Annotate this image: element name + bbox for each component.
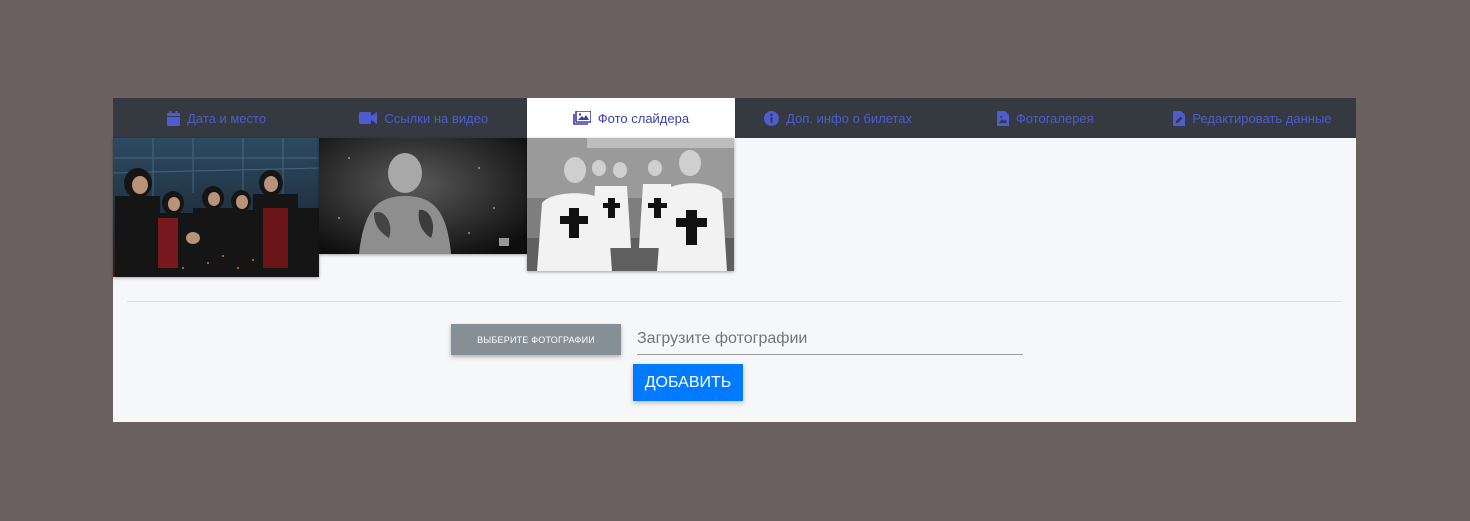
tab-edit-data[interactable]: Редактировать данные xyxy=(1149,98,1356,138)
images-icon xyxy=(572,111,591,125)
info-circle-icon xyxy=(764,110,780,126)
slider-photos-panel: Дата и место Ссылки на видео Фото слайде… xyxy=(113,98,1356,422)
add-button[interactable]: ДОБАВИТЬ xyxy=(633,364,743,401)
tab-slider-photos[interactable]: Фото слайдера xyxy=(527,98,735,138)
tab-label: Ссылки на видео xyxy=(384,110,489,126)
tab-bar: Дата и место Ссылки на видео Фото слайде… xyxy=(113,98,1356,138)
slider-photo-3[interactable] xyxy=(527,138,734,271)
divider xyxy=(127,301,1341,302)
tab-photo-gallery[interactable]: Фотогалерея xyxy=(942,98,1149,138)
calendar-icon xyxy=(167,110,181,126)
slider-photo-2[interactable] xyxy=(319,138,527,254)
tab-label: Фото слайдера xyxy=(597,110,690,126)
tab-label: Редактировать данные xyxy=(1192,110,1332,126)
tab-video-links[interactable]: Ссылки на видео xyxy=(320,98,527,138)
edit-file-icon xyxy=(1173,110,1186,126)
choose-photos-button[interactable]: ВЫБЕРИТЕ ФОТОГРАФИИ xyxy=(451,324,621,355)
tab-ticket-info[interactable]: Доп. инфо о билетах xyxy=(735,98,942,138)
image-file-icon xyxy=(996,110,1009,126)
upload-photos-field[interactable] xyxy=(637,324,1023,355)
tab-label: Фотогалерея xyxy=(1015,110,1094,126)
tab-date-place[interactable]: Дата и место xyxy=(113,98,320,138)
tab-label: Доп. инфо о билетах xyxy=(786,110,913,126)
slider-photo-1[interactable] xyxy=(113,138,319,277)
tab-label: Дата и место xyxy=(187,110,267,126)
video-camera-icon xyxy=(359,112,378,124)
